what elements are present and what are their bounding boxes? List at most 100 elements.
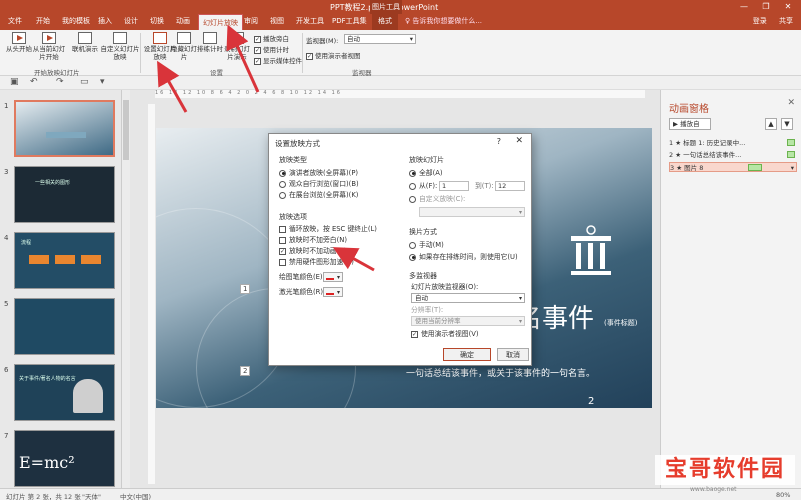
thumbnail-slide[interactable] xyxy=(14,298,115,355)
animation-item[interactable]: 2 ★ 一句话总结该事件... xyxy=(669,150,797,160)
rehearse-button[interactable]: 排练计时 xyxy=(196,32,224,53)
slide-subtitle[interactable]: (事件标题) xyxy=(604,318,637,328)
animation-item[interactable]: 1 ★ 标题 1: 历史记录中... xyxy=(669,138,797,148)
chk-loop[interactable]: 循环放映，按 ESC 键终止(L) xyxy=(279,225,377,234)
custom-show-select[interactable]: ▾ xyxy=(419,207,525,217)
checkbox-checked: ✓ xyxy=(411,330,418,338)
animation-item-selected[interactable]: 3 ★ 图片 8 ▾ xyxy=(669,162,797,172)
anim-num: 3 xyxy=(670,164,675,172)
tell-me-search[interactable]: ♀ 告诉我你想要做什么... xyxy=(405,16,482,26)
tab-my-templates[interactable]: 我的模板 xyxy=(62,16,90,26)
tab-pdf-tools[interactable]: PDF工具集 xyxy=(332,16,367,26)
zoom-level[interactable]: 80% xyxy=(776,491,790,499)
play-from-button[interactable]: ▶ 播放自 xyxy=(669,118,711,130)
pen-color-picker[interactable]: ▾ xyxy=(323,272,343,282)
tab-animations[interactable]: 动画 xyxy=(176,16,190,26)
save-icon[interactable]: ▣ xyxy=(10,77,19,87)
radio-use-timings[interactable]: 如果存在排练时间，则使用它(U) xyxy=(409,253,518,262)
tab-format[interactable]: 格式 xyxy=(372,14,398,30)
chk-no-animation[interactable]: ✓ 放映时不加动画(S) xyxy=(279,247,346,256)
thumbnail-slide[interactable] xyxy=(14,100,115,157)
chk-presenter-view[interactable]: ✓ 使用演示者视图(V) xyxy=(411,330,479,339)
ribbon-tabs: 文件 开始 我的模板 插入 设计 切换 动画 幻灯片放映 审阅 视图 开发工具 … xyxy=(0,14,801,30)
ribbon-separator xyxy=(140,33,141,73)
radio-kiosk[interactable]: 在展台浏览(全屏幕)(K) xyxy=(279,191,358,200)
share-link[interactable]: 共享 xyxy=(779,17,793,25)
thumbnail-slide[interactable]: 一些相关的图形 xyxy=(14,166,115,223)
theme-name: "天体" xyxy=(82,493,101,500)
thumbnail-slide[interactable]: E=mc² xyxy=(14,430,115,487)
monitor-select[interactable]: 自动 ▾ xyxy=(411,293,525,303)
resolution-select[interactable]: 使用当前分辨率 ▾ xyxy=(411,316,525,326)
animation-tag[interactable]: 1 xyxy=(240,284,251,294)
thumb-number: 1 xyxy=(4,102,9,110)
close-button[interactable]: ✕ xyxy=(777,0,799,14)
tab-transitions[interactable]: 切换 xyxy=(150,16,164,26)
thumbnail-slide[interactable]: 关于事件/著名人物的名言 xyxy=(14,364,115,421)
radio-custom-show[interactable]: 自定义放映(C): xyxy=(409,195,465,204)
close-icon[interactable]: ✕ xyxy=(515,136,523,146)
present-online-button[interactable]: 联机演示 xyxy=(68,32,102,53)
move-down-button[interactable]: ▼ xyxy=(781,118,793,130)
hide-slide-button[interactable]: 隐藏幻灯片 xyxy=(170,32,198,61)
anim-label: 标题 1: 历史记录中... xyxy=(683,139,746,147)
laser-color-label: 激光笔颜色(R): xyxy=(279,288,326,296)
chk-media-label: 显示媒体控件 xyxy=(263,57,302,65)
timing-bar xyxy=(748,164,762,171)
radio-all-slides[interactable]: 全部(A) xyxy=(409,169,443,178)
tab-home[interactable]: 开始 xyxy=(36,16,50,26)
monitor-select[interactable]: 自动 ▾ xyxy=(344,34,416,44)
chevron-down-icon[interactable]: ▾ xyxy=(791,163,794,173)
customize-icon[interactable]: ▾ xyxy=(100,77,105,87)
tab-review[interactable]: 审阅 xyxy=(244,16,258,26)
to-spinner[interactable]: 12 xyxy=(495,181,525,191)
window-controls: — ❐ ✕ xyxy=(733,0,799,14)
slide-thumbnails: 1 3 一些相关的图形 4 流程 5 6 关于事件/著名人物的名言 7 E=mc… xyxy=(0,90,122,488)
chk-media[interactable]: ✓ 显示媒体控件 xyxy=(254,55,302,65)
ok-button[interactable]: 确定 xyxy=(443,348,491,361)
custom-show-button[interactable]: 自定义幻灯片放映 xyxy=(100,32,140,61)
radio-presenter[interactable]: 演讲者放映(全屏幕)(P) xyxy=(279,169,358,178)
setup-show-icon xyxy=(153,32,167,44)
radio-manual[interactable]: 手动(M) xyxy=(409,241,444,250)
cancel-button[interactable]: 取消 xyxy=(497,348,529,361)
from-current-button[interactable]: 从当前幻灯片开始 xyxy=(30,32,68,61)
undo-icon[interactable]: ↶ xyxy=(30,77,38,87)
tab-developer[interactable]: 开发工具 xyxy=(296,16,324,26)
chk-timing[interactable]: ✓ 使用计时 xyxy=(254,44,289,54)
minimize-button[interactable]: — xyxy=(733,0,755,14)
chk-narration[interactable]: ✓ 播放旁白 xyxy=(254,33,289,43)
record-button[interactable]: 录制幻灯片演示 xyxy=(222,32,252,61)
thumbnail-slide[interactable]: 流程 xyxy=(14,232,115,289)
radio-browse-window[interactable]: 观众自行浏览(窗口)(B) xyxy=(279,180,359,189)
help-icon[interactable]: ? xyxy=(497,137,501,146)
tab-slideshow[interactable]: 幻灯片放映 xyxy=(198,14,243,30)
chk-presenter-view[interactable]: ✓ 使用演示者视图 xyxy=(306,50,361,60)
login-link[interactable]: 登录 xyxy=(753,17,767,25)
animation-tag[interactable]: 2 xyxy=(240,366,251,376)
status-bar: 幻灯片 第 2 张，共 12 张 "天体" 中文(中国) 80% xyxy=(0,488,801,500)
ribbon-separator xyxy=(302,33,303,73)
checkbox-label: 循环放映，按 ESC 键终止(L) xyxy=(289,225,377,233)
tab-design[interactable]: 设计 xyxy=(124,16,138,26)
move-up-button[interactable]: ▲ xyxy=(765,118,777,130)
chevron-down-icon: ▾ xyxy=(336,289,340,296)
radio-selected xyxy=(409,253,416,261)
close-icon[interactable]: ✕ xyxy=(787,98,795,108)
redo-icon[interactable]: ↷ xyxy=(56,77,64,87)
chk-no-narration[interactable]: 放映时不加旁白(N) xyxy=(279,236,347,245)
radio-from[interactable]: 从(F): xyxy=(409,182,437,191)
laser-color-picker[interactable]: ▾ xyxy=(323,287,343,297)
scrollbar-thumb[interactable] xyxy=(123,100,129,160)
chk-disable-hw-accel[interactable]: 禁用硬件图形加速(G) xyxy=(279,258,354,267)
present-icon[interactable]: ▭ xyxy=(80,77,89,87)
tab-insert[interactable]: 插入 xyxy=(98,16,112,26)
thumbnail-scrollbar[interactable] xyxy=(122,90,130,488)
tab-view[interactable]: 视图 xyxy=(270,16,284,26)
monitor-value: 自动 xyxy=(347,35,360,43)
tab-file[interactable]: 文件 xyxy=(8,16,22,26)
tell-me-text: 告诉我你想要做什么... xyxy=(412,17,483,25)
slide-body-text[interactable]: 一句话总结该事件，或关于该事件的一句名言。 xyxy=(406,366,595,379)
from-spinner[interactable]: 1 xyxy=(439,181,469,191)
restore-button[interactable]: ❐ xyxy=(755,0,777,14)
